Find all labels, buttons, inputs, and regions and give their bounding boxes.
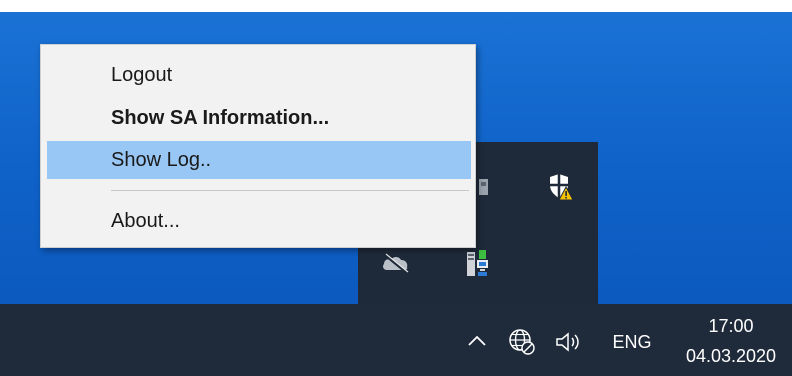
language-indicator[interactable]: ENG: [604, 328, 660, 356]
menu-item-label: Show Log..: [111, 148, 212, 171]
menu-item-label: About...: [111, 209, 180, 232]
cloud-offline-icon[interactable]: [380, 250, 412, 276]
menu-item-show-sa-information[interactable]: Show SA Information...: [47, 99, 471, 137]
network-device-icon[interactable]: [462, 246, 492, 280]
clock[interactable]: 17:00 04.03.2020: [676, 306, 786, 374]
language-label: ENG: [612, 331, 652, 352]
security-shield-warning-icon[interactable]: [548, 172, 574, 202]
taskbar: [0, 304, 792, 376]
globe-network-icon[interactable]: [506, 326, 538, 358]
top-edge: [0, 0, 792, 12]
menu-item-label: Logout: [111, 63, 173, 86]
menu-item-logout[interactable]: Logout: [47, 56, 471, 94]
chevron-up-icon[interactable]: [464, 326, 490, 356]
clock-time: 17:00: [708, 316, 754, 336]
menu-item-label: Show SA Information...: [111, 106, 330, 129]
menu-separator: [111, 190, 469, 191]
clock-date: 04.03.2020: [685, 346, 777, 366]
menu-item-show-log[interactable]: Show Log..: [47, 141, 471, 179]
speaker-icon[interactable]: [552, 328, 586, 356]
menu-item-about[interactable]: About...: [47, 202, 471, 240]
partial-app-icon[interactable]: [476, 176, 492, 198]
context-menu: Logout Show SA Information... Show Log..…: [40, 44, 476, 248]
